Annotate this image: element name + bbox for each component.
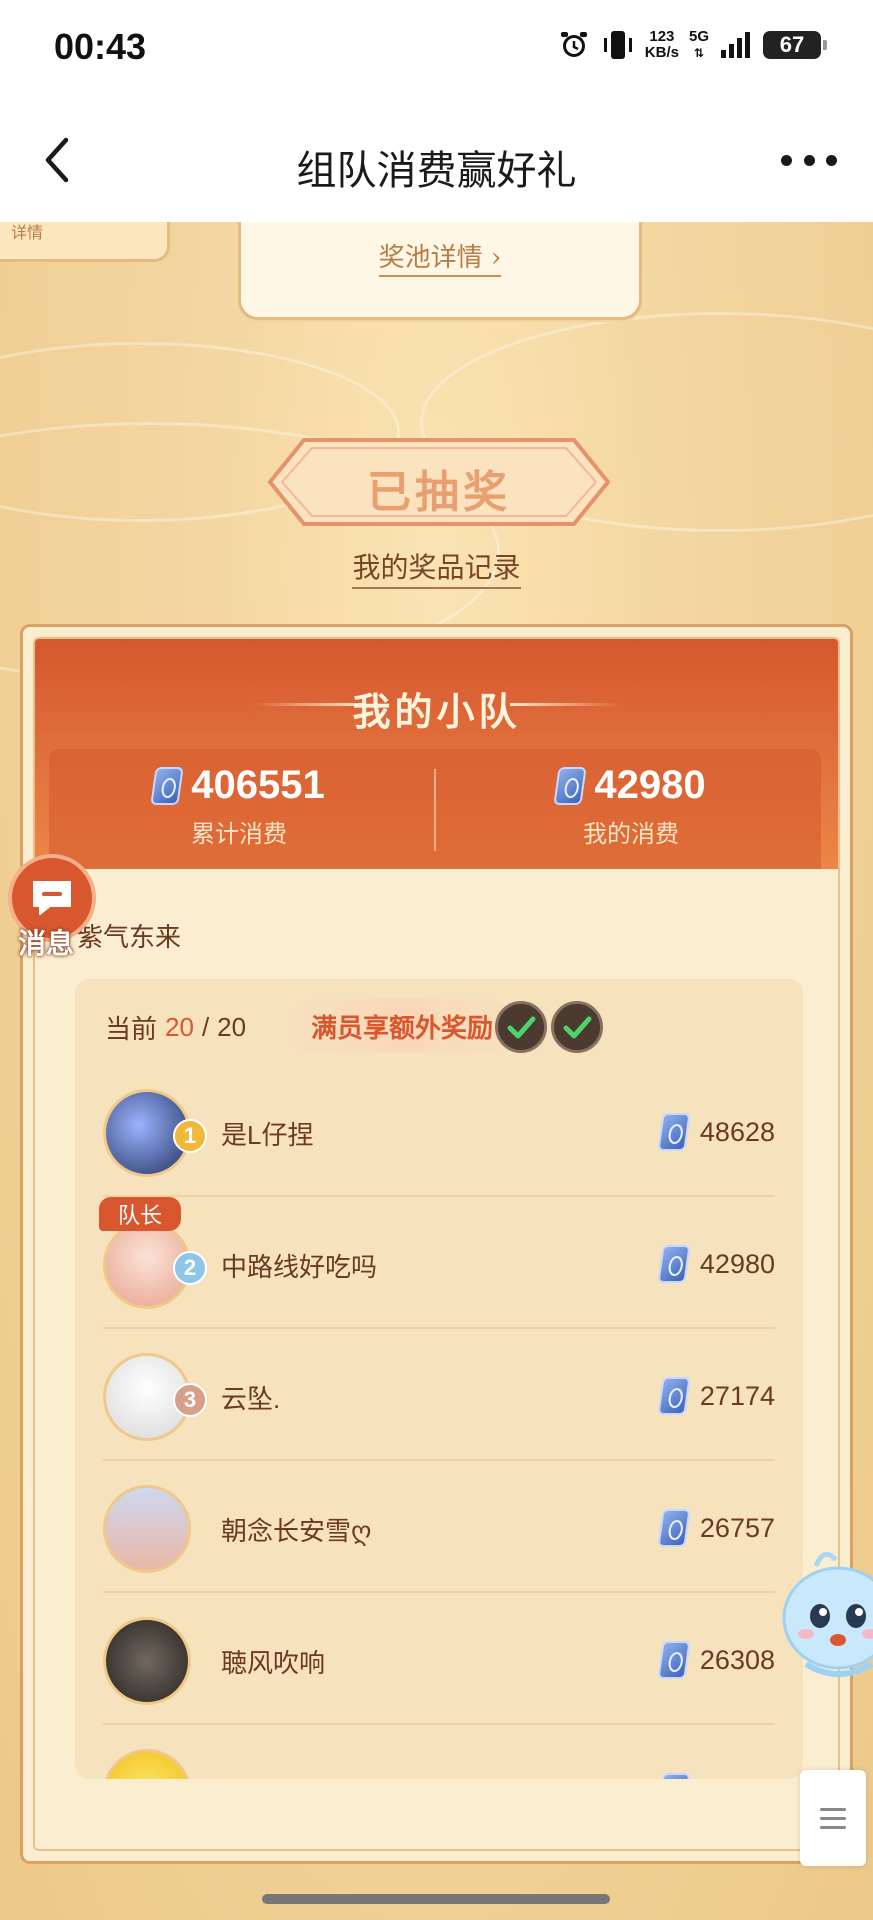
rank-badge: 1 xyxy=(173,1119,207,1153)
member-spend-value: 27174 xyxy=(699,1380,775,1411)
team-title: 我的小队 xyxy=(352,689,521,734)
member-spend-value: 26757 xyxy=(699,1512,775,1543)
home-indicator[interactable] xyxy=(262,1894,610,1904)
page-title: 组队消费赢好礼 xyxy=(296,149,577,193)
message-label: 消息 xyxy=(18,928,75,959)
members-list: 当前 20 / 20 满员享额外奖励 1 是L仔捏 48628 2 队长中路线好吃吗 42… xyxy=(75,979,803,1779)
member-row[interactable]: 朝念长安雪ღ 26757 xyxy=(103,1461,775,1593)
member-count: 当前 20 / 20 xyxy=(105,1009,246,1046)
speed-unit: KB/s xyxy=(644,44,679,61)
stat-divider xyxy=(434,769,436,851)
total-spend-value: 406551 xyxy=(191,763,325,807)
count-total: 20 xyxy=(217,1012,247,1042)
total-spend-stat: 406551 累计消费 xyxy=(49,763,429,849)
status-bar: 00:43 123 KB/s 5G ⇅ 67 xyxy=(0,0,873,100)
team-panel: 我的小队 406551 累计消费 42980 我的消费 紫气东来 当前 20 /… xyxy=(20,624,853,1864)
avatar xyxy=(103,1485,191,1573)
battery-icon: 67 xyxy=(763,31,827,59)
member-name: 中路线好吃吗 xyxy=(221,1252,378,1282)
member-name: 朝念长安雪ღ xyxy=(221,1516,372,1546)
coupon-icon xyxy=(657,1245,691,1283)
total-spend-label: 累计消费 xyxy=(191,819,287,848)
member-spend-value: 42980 xyxy=(699,1248,775,1279)
member-spend: 27174 xyxy=(657,1377,775,1415)
status-icons: 123 KB/s 5G ⇅ 67 xyxy=(557,28,827,62)
my-spend-stat: 42980 我的消费 xyxy=(441,763,821,849)
coupon-icon xyxy=(553,766,588,805)
network-speed: 123 KB/s xyxy=(645,29,679,61)
scroll-top-button[interactable] xyxy=(800,1770,866,1866)
rank-badge: 3 xyxy=(173,1383,207,1417)
member-name: 129yyy xyxy=(221,1775,303,1779)
nav-bar: 组队消费赢好礼 xyxy=(0,100,873,222)
network-type: 5G ⇅ xyxy=(688,28,709,61)
member-spend-value: 48628 xyxy=(699,1116,775,1147)
captain-badge: 队长 xyxy=(99,1197,181,1231)
team-header: 我的小队 406551 累计消费 42980 我的消费 xyxy=(35,639,838,869)
check-icon xyxy=(551,1001,603,1053)
check-icon xyxy=(495,1001,547,1053)
event-background: 详情 奖池详情 › 已抽奖 我的奖品记录 我的小队 406551 累计消费 42… xyxy=(0,222,873,1920)
member-name: 是L仔捏 xyxy=(221,1120,314,1150)
prize-record-link[interactable]: 我的奖品记录 xyxy=(0,546,873,589)
my-spend-label: 我的消费 xyxy=(583,819,679,848)
more-icon-dot xyxy=(826,154,837,166)
member-spend-value: 26308 xyxy=(699,1644,775,1675)
side-tab-label: 详情 xyxy=(11,225,44,242)
coupon-icon xyxy=(657,1509,691,1547)
mascot-image[interactable] xyxy=(776,1546,873,1686)
coupon-icon xyxy=(657,1377,691,1415)
signal-icon xyxy=(719,28,753,62)
member-row[interactable]: 129yyy 26248 xyxy=(103,1725,775,1779)
member-row[interactable]: 2 队长中路线好吃吗 42980 xyxy=(99,1197,775,1329)
scroll-icon-line xyxy=(820,1816,846,1820)
member-spend-value: 26248 xyxy=(700,1777,775,1780)
more-icon xyxy=(781,154,792,166)
alarm-icon xyxy=(557,28,591,62)
prize-pool-link-label: 奖池详情 xyxy=(378,243,483,277)
prize-pool-link[interactable]: 奖池详情 › xyxy=(241,237,639,277)
coupon-icon xyxy=(150,766,184,805)
member-spend: 26248 xyxy=(657,1773,775,1780)
network-label: 5G xyxy=(688,28,709,45)
speed-value: 123 xyxy=(649,28,675,45)
scroll-icon-line xyxy=(820,1807,846,1811)
member-spend: 42980 xyxy=(657,1245,775,1283)
status-time: 00:43 xyxy=(54,26,147,67)
coupon-icon xyxy=(657,1113,691,1151)
coupon-icon xyxy=(657,1641,691,1679)
count-separator: / xyxy=(201,1012,210,1042)
full-team-bonus: 满员享额外奖励 xyxy=(289,999,515,1053)
more-icon-dot xyxy=(803,154,815,166)
message-button[interactable]: 消息 xyxy=(8,854,100,964)
count-prefix: 当前 xyxy=(105,1014,158,1044)
drawn-button[interactable]: 已抽奖 xyxy=(264,434,614,530)
member-name: 聴风吹响 xyxy=(221,1648,326,1678)
member-row[interactable]: 1 是L仔捏 48628 xyxy=(103,1065,775,1197)
team-stats: 406551 累计消费 42980 我的消费 xyxy=(49,749,821,869)
side-tab[interactable]: 详情 xyxy=(0,222,170,262)
prize-pool-card: 奖池详情 › xyxy=(238,222,642,320)
member-row[interactable]: 3 云坠. 27174 xyxy=(103,1329,775,1461)
prize-record-label: 我的奖品记录 xyxy=(352,552,521,589)
member-spend: 26308 xyxy=(657,1641,775,1679)
member-spend: 48628 xyxy=(657,1113,775,1151)
member-spend: 26757 xyxy=(657,1509,775,1547)
scroll-icon-line xyxy=(820,1825,846,1829)
member-name: 云坠. xyxy=(221,1384,281,1414)
more-button[interactable] xyxy=(781,140,837,180)
coupon-icon xyxy=(657,1773,691,1779)
rank-badge: 2 xyxy=(173,1251,207,1285)
my-spend-value: 42980 xyxy=(594,763,706,807)
avatar xyxy=(103,1749,191,1779)
avatar xyxy=(103,1617,191,1705)
vibrate-icon xyxy=(601,28,635,62)
drawn-button-label: 已抽奖 xyxy=(367,467,511,518)
member-row[interactable]: 聴风吹响 26308 xyxy=(103,1593,775,1725)
count-current: 20 xyxy=(165,1012,194,1042)
